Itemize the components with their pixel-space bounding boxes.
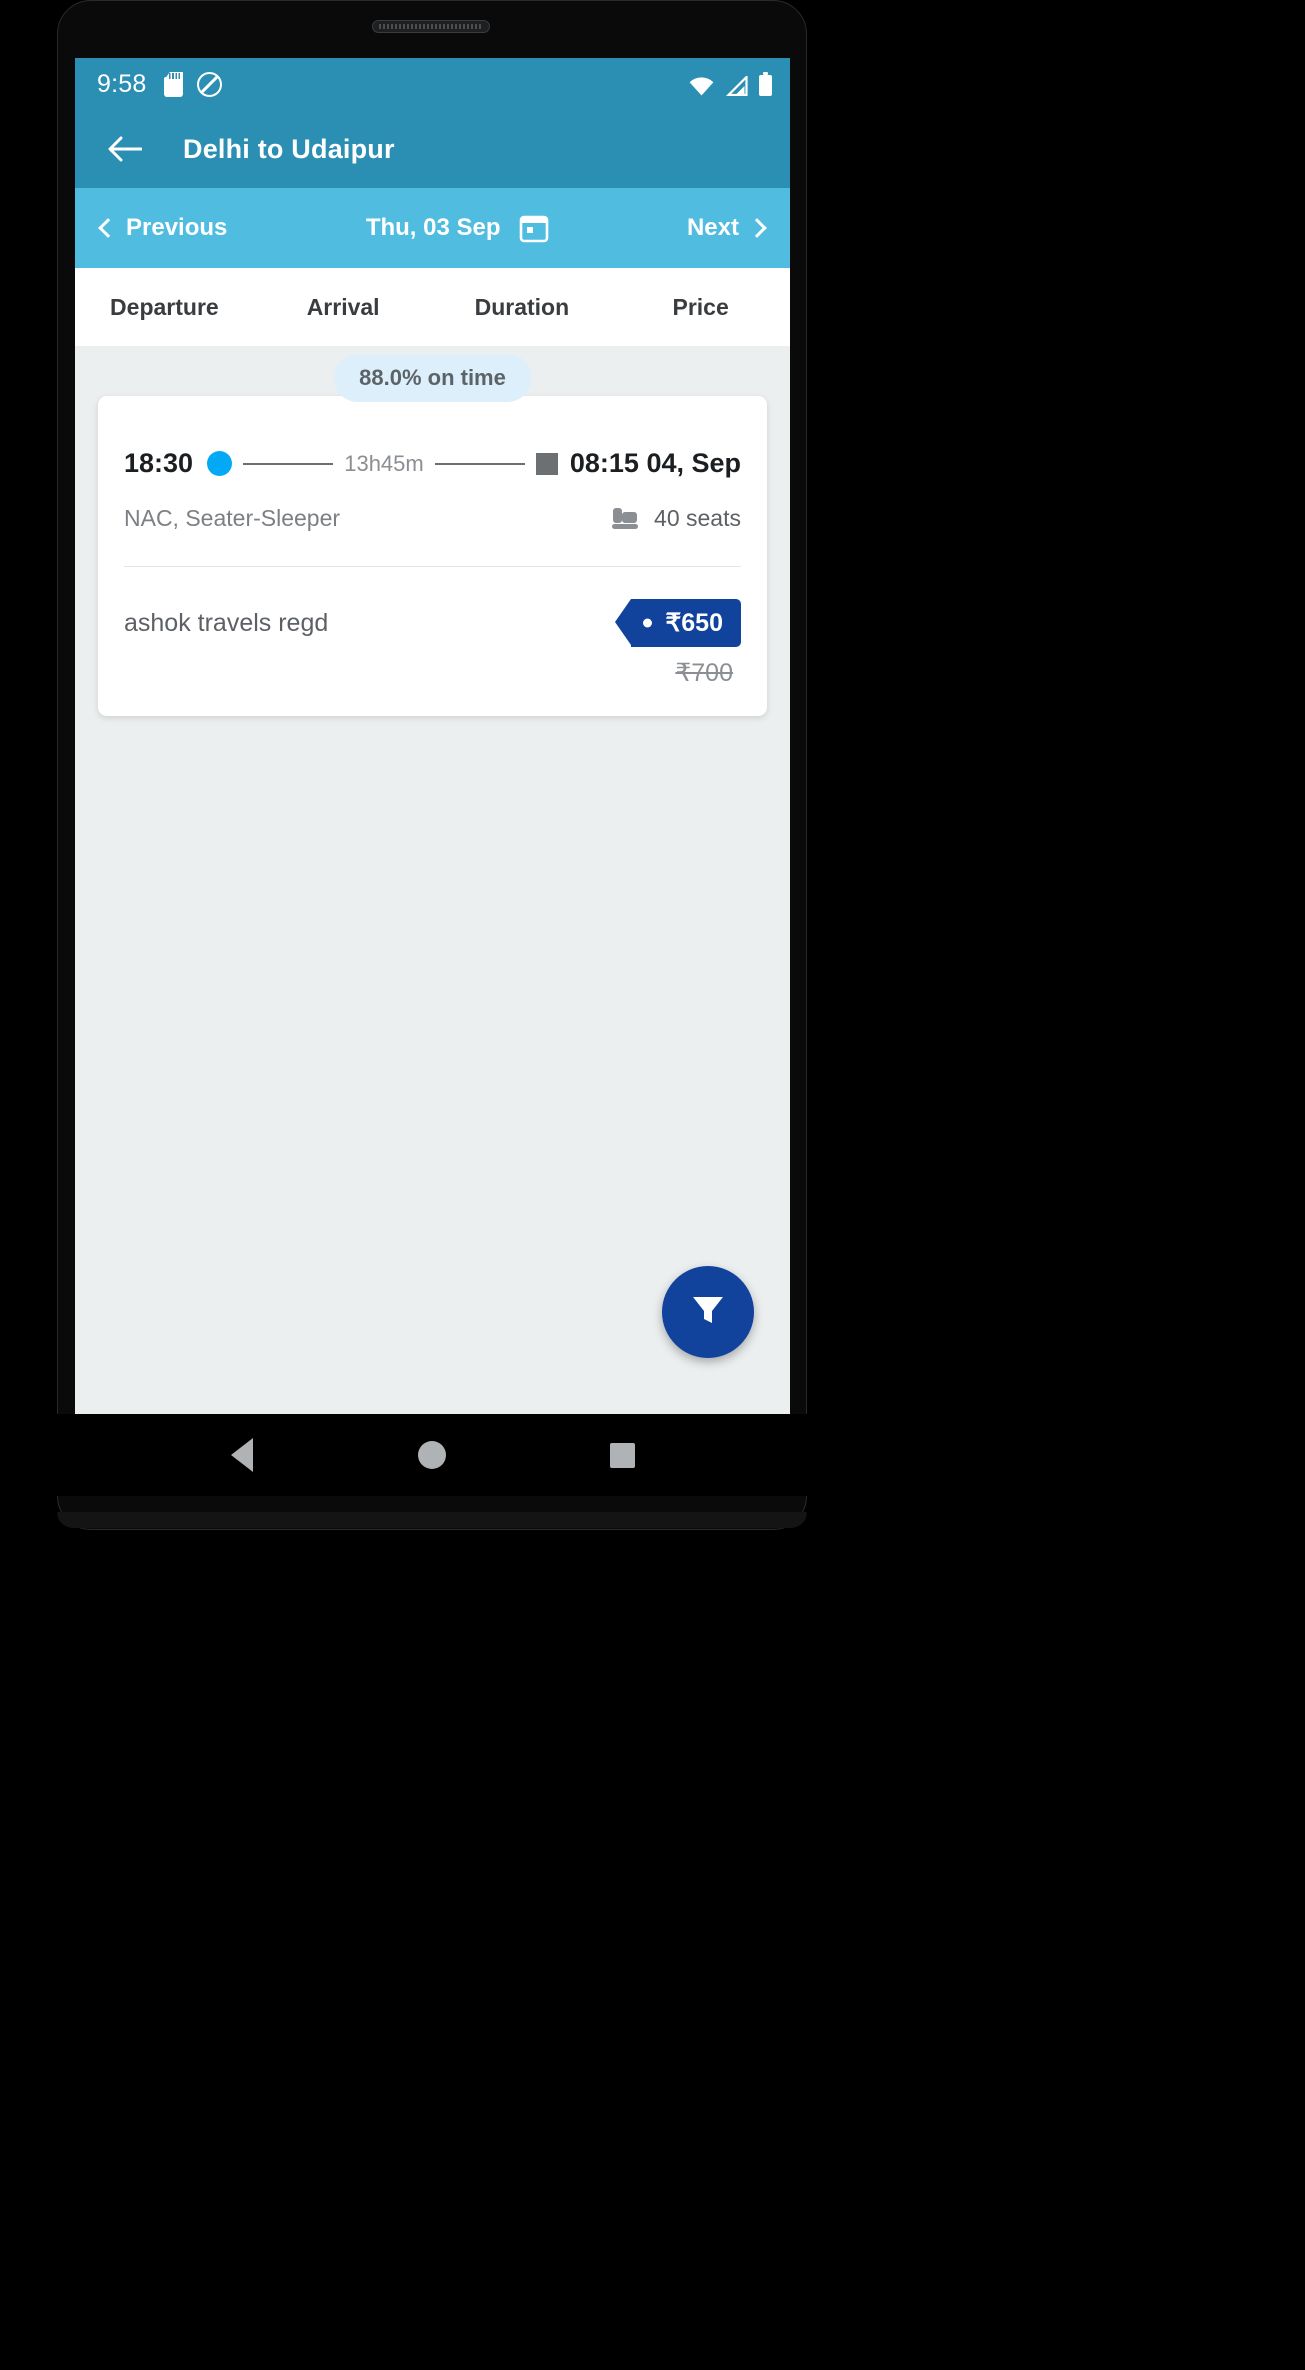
card-divider [124,566,741,567]
results-list: 88.0% on time 18:30 13h45m 08:15 04, Sep… [75,346,790,1414]
back-arrow-icon[interactable] [105,129,145,169]
android-nav-bar [57,1414,807,1496]
column-header-price[interactable]: Price [611,294,790,321]
operator-name: ashok travels regd [124,609,329,637]
status-bar: 9:58 [75,58,790,110]
device-frame: 9:58 Delhi to Udaipur Previous Thu, 03 S… [0,0,1305,2370]
price-tag-hole-icon [643,618,653,628]
price-tag[interactable]: ₹650 [615,599,741,647]
operator-price-row: ashok travels regd ₹650 ₹700 [124,599,741,694]
column-headers: Departure Arrival Duration Price [75,268,790,346]
previous-day-label: Previous [126,214,228,241]
nav-home-icon[interactable] [415,1438,449,1472]
chevron-right-icon [747,218,767,238]
status-badge: 88.0% on time [333,354,532,402]
departure-dot-icon [207,451,233,476]
seats-group: 40 seats [610,505,741,532]
arrival-square-icon [535,452,558,475]
nav-back-icon[interactable] [225,1438,259,1472]
selected-date: Thu, 03 Sep [365,214,501,241]
column-header-arrival[interactable]: Arrival [254,294,433,321]
chevron-left-icon [98,218,118,238]
speaker-grille-dots [379,24,483,29]
journey-line-right [434,462,525,465]
phone-bottom-edge [57,1512,807,1528]
price-original: ₹700 [675,659,733,687]
price-current: ₹650 [665,609,723,637]
column-header-departure[interactable]: Departure [75,294,254,321]
departure-time: 18:30 [124,448,194,478]
journey-row: 18:30 13h45m 08:15 04, Sep [124,448,741,479]
app-bar: Delhi to Udaipur [75,110,790,188]
next-day-button[interactable]: Next [686,214,767,242]
previous-day-button[interactable]: Previous [98,214,228,242]
seats-available: 40 seats [654,505,741,531]
phone-screen: 9:58 Delhi to Udaipur Previous Thu, 03 S… [75,58,790,1414]
date-nav-bar: Previous Thu, 03 Sep Next [75,188,790,268]
filter-fab-button[interactable] [662,1266,754,1358]
journey-duration: 13h45m [344,450,424,476]
list-item[interactable]: 18:30 13h45m 08:15 04, Sep NAC, Seater-S… [98,396,767,716]
battery-icon [759,72,772,96]
filter-funnel-icon [687,1289,729,1336]
wifi-icon [689,77,714,96]
status-bar-left-icons [164,71,223,97]
selected-date-group[interactable]: Thu, 03 Sep [366,213,549,243]
sd-card-icon [164,71,184,97]
nav-recents-icon[interactable] [605,1438,639,1472]
bus-type-label: NAC, Seater-Sleeper [124,505,341,531]
do-not-disturb-icon [197,71,223,97]
column-header-duration[interactable]: Duration [433,294,612,321]
status-bar-clock: 9:58 [97,69,147,98]
seat-icon [610,506,640,532]
journey-line-left [243,462,334,465]
next-day-label: Next [686,214,739,241]
cellular-signal-icon [725,74,748,97]
page-title: Delhi to Udaipur [183,133,395,164]
status-bar-right-icons [689,72,772,97]
calendar-icon[interactable] [519,213,549,243]
price-block: ₹650 ₹700 [615,599,741,688]
bus-meta-row: NAC, Seater-Sleeper 40 seats [124,505,741,532]
speaker-grille [372,20,490,33]
arrival-time: 08:15 04, Sep [569,448,742,478]
